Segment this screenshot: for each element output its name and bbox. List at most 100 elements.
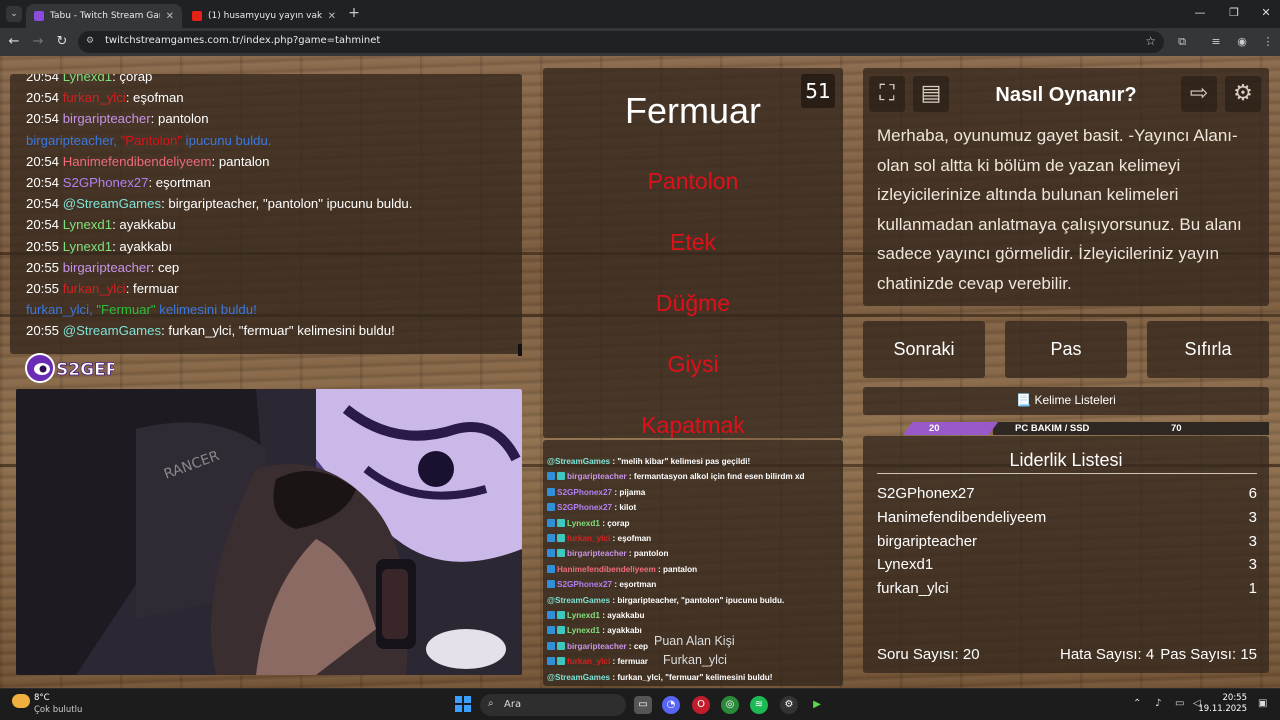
- leaderboard-row: S2GPhonex27 6: [877, 485, 1257, 502]
- chat-line: 20:54 S2GPhonex27: eşortman: [26, 172, 522, 193]
- close-window-icon[interactable]: ✕: [1256, 6, 1276, 19]
- tab-search-button[interactable]: ⌄: [6, 6, 22, 22]
- menu-icon[interactable]: ⋮: [1260, 34, 1276, 50]
- timer-counter: 51: [801, 74, 835, 108]
- chat-username: @StreamGames: [547, 595, 611, 605]
- webcam-feed: RANCER: [16, 389, 522, 675]
- chat-username: birgaripteacher: [567, 641, 627, 651]
- weather-temp[interactable]: 8°C: [34, 693, 50, 703]
- gear-icon[interactable]: ⚙: [1225, 76, 1261, 112]
- close-tab-icon[interactable]: ✕: [328, 11, 336, 22]
- word-lists-button[interactable]: 📃 Kelime Listeleri: [863, 387, 1269, 415]
- target-word: Fermuar: [624, 90, 762, 131]
- chat-message: : eşortman: [612, 580, 657, 590]
- restore-icon[interactable]: ❐: [1224, 6, 1244, 19]
- chat-line: 20:55 Lynexd1: ayakkabı: [26, 236, 522, 257]
- chat-username: birgaripteacher: [567, 472, 627, 482]
- chat-time: 20:54: [26, 74, 60, 84]
- tray-expand-icon[interactable]: ⌃: [1133, 698, 1141, 709]
- category-progress: [903, 422, 999, 435]
- word-card: Fermuar 51 Pantolon Etek Düğme Giysi Kap…: [543, 68, 843, 438]
- error-count: Hata Sayısı: 4: [1060, 646, 1155, 663]
- steam-icon[interactable]: ⚙: [780, 696, 798, 714]
- site-info-icon[interactable]: ⚙: [86, 36, 98, 48]
- twitch-chat-message: S2GPhonex27 : kilot: [547, 500, 843, 515]
- search-placeholder: Ara: [504, 699, 522, 710]
- chat-username: S2GPhonex27: [62, 175, 149, 191]
- media-player-icon[interactable]: ▶: [808, 696, 826, 714]
- clock[interactable]: 20:55 19.11.2025: [1198, 693, 1247, 715]
- chat-badge-icon: [547, 564, 555, 573]
- chat-badge-icon: [547, 657, 555, 666]
- minimize-icon[interactable]: —: [1190, 6, 1210, 19]
- notification-icon[interactable]: ▣: [1258, 698, 1267, 709]
- windows-taskbar: 8°C Çok bulutlu ⌕ Ara ▭ ◔ O ◎ ≋ ⚙ ▶ ⌃ ♪ …: [0, 688, 1280, 720]
- chat-time: 20:54: [26, 111, 60, 127]
- leaderboard-row: Hanimefendibendeliyeem 3: [877, 509, 1257, 526]
- how-to-play-panel: ⛶ ▤ Nasıl Oynanır? ⇨ ⚙ Merhaba, oyunumuz…: [863, 68, 1269, 306]
- task-view-icon[interactable]: ▭: [634, 696, 652, 714]
- divider: [877, 473, 1257, 474]
- close-tab-icon[interactable]: ✕: [166, 11, 174, 22]
- extensions-icon[interactable]: ⧉: [1174, 34, 1190, 50]
- chat-username: furkan_ylci: [62, 281, 126, 297]
- system-message-part: "Fermuar": [96, 302, 156, 318]
- twitch-chat-message: Lynexd1 : ayakkabu: [547, 608, 843, 623]
- weather-desc[interactable]: Çok bulutlu: [34, 705, 82, 715]
- player-name: furkan_ylci: [877, 580, 949, 597]
- bookmark-star-icon[interactable]: ☆: [1145, 34, 1156, 48]
- exit-icon[interactable]: ⇨: [1181, 76, 1217, 112]
- chat-username: Lynexd1: [567, 518, 600, 528]
- microphone-icon[interactable]: ♪: [1155, 698, 1161, 709]
- player-name: Hanimefendibendeliyeem: [877, 509, 1047, 526]
- chat-message: : kilot: [612, 503, 637, 513]
- point-earner-name: Furkan_ylci: [663, 653, 727, 667]
- twitch-chat-message: Lynexd1 : çorap: [547, 516, 843, 531]
- chat-line: 20:54 Lynexd1: çorap: [26, 74, 522, 87]
- tab-tabu[interactable]: Tabu - Twitch Stream Games ✕: [26, 4, 182, 28]
- player-name: birgaripteacher: [877, 533, 978, 550]
- twitch-chat-message: @StreamGames : birgaripteacher, "pantolo…: [547, 593, 843, 608]
- chat-time: 20:54: [26, 153, 60, 169]
- weather-cloud-icon[interactable]: [12, 694, 30, 708]
- chat-badge-icon: [547, 580, 555, 589]
- chat-message: : pantalon: [655, 564, 698, 574]
- tab-strip: ⌄ Tabu - Twitch Stream Games ✕ (1) husam…: [0, 0, 1280, 28]
- forward-icon[interactable]: →: [30, 34, 46, 50]
- chat-username: @StreamGames: [547, 672, 611, 682]
- chat-badge-icon: [547, 518, 555, 527]
- chat-username: @StreamGames: [547, 457, 611, 466]
- taskbar-search[interactable]: ⌕ Ara: [480, 694, 626, 716]
- network-icon[interactable]: ▭: [1175, 698, 1184, 709]
- game-page: 20:54 Lynexd1: çorap 20:54 furkan_ylci: e…: [0, 56, 1280, 688]
- twitch-chat-panel: @StreamGames : "melih kibar" kelimesi pa…: [543, 440, 843, 686]
- system-message-part: birgaripteacher,: [26, 132, 121, 148]
- pass-button[interactable]: Pas: [1005, 321, 1127, 378]
- chat-username: S2GPhonex27: [557, 580, 613, 590]
- tab-youtube[interactable]: (1) husamyuyu yayın vakti 9 - Y ✕: [184, 4, 344, 28]
- chrome-icon[interactable]: ◎: [721, 696, 739, 714]
- chat-line: 20:55 @StreamGames: furkan_ylci, "fermua…: [26, 320, 522, 341]
- chat-line: 20:54 furkan_ylci: eşofman: [26, 87, 522, 108]
- spotify-icon[interactable]: ≋: [750, 696, 768, 714]
- opera-icon[interactable]: O: [692, 696, 710, 714]
- twitch-chat-message: S2GPhonex27 : pijama: [547, 485, 843, 500]
- question-count: Soru Sayısı: 20: [877, 646, 980, 663]
- profile-avatar-icon[interactable]: ◉: [1234, 34, 1250, 50]
- chat-time: 20:54: [26, 90, 60, 106]
- address-bar[interactable]: ⚙ twitchstreamgames.com.tr/index.php?gam…: [78, 31, 1164, 53]
- discord-icon[interactable]: ◔: [662, 696, 680, 714]
- media-icon[interactable]: ≡: [1208, 34, 1224, 50]
- windows-start-icon[interactable]: [455, 696, 471, 712]
- chat-username: furkan_ylci: [567, 657, 611, 667]
- twitch-chat-message: birgaripteacher : pantolon: [547, 546, 843, 561]
- system-message-part: furkan_ylci,: [26, 302, 97, 318]
- next-button[interactable]: Sonraki: [863, 321, 985, 378]
- reload-icon[interactable]: ↻: [54, 34, 70, 50]
- player-name: Lynexd1: [877, 556, 934, 573]
- player-score: 1: [1248, 580, 1257, 597]
- new-tab-button[interactable]: +: [346, 5, 362, 21]
- back-icon[interactable]: ←: [6, 34, 22, 50]
- chat-username: S2GPhonex27: [557, 503, 613, 513]
- reset-button[interactable]: Sıfırla: [1147, 321, 1269, 378]
